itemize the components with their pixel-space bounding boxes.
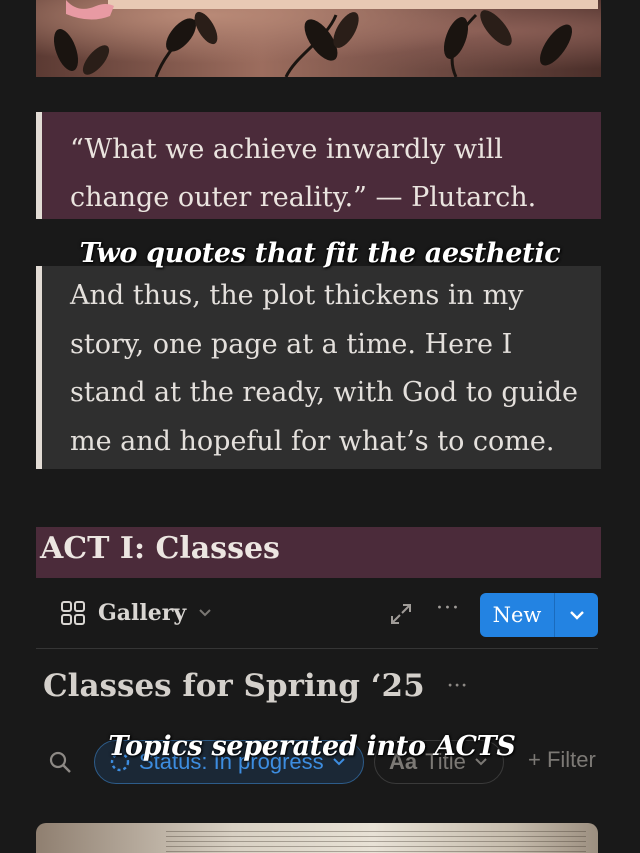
cover-image bbox=[36, 0, 601, 77]
divider bbox=[36, 648, 598, 649]
botanical-illustration bbox=[53, 0, 598, 77]
quote-block-story[interactable]: And thus, the plot thickens in my story,… bbox=[36, 266, 601, 469]
database-title-text: Classes for Spring ‘25 bbox=[43, 668, 425, 704]
chevron-down-icon bbox=[199, 609, 211, 617]
quote-line: story, one page at a time. Here I bbox=[70, 328, 513, 360]
new-button[interactable]: New bbox=[480, 593, 598, 637]
database-title-more-icon[interactable]: ··· bbox=[447, 674, 468, 699]
overlay-caption-quotes: Two quotes that fit the aesthetic bbox=[79, 238, 561, 269]
quote-line: And thus, the plot thickens in my bbox=[70, 280, 524, 311]
book-page-texture bbox=[166, 827, 586, 853]
database-toolbar: Gallery ··· New bbox=[36, 590, 601, 638]
new-button-label: New bbox=[492, 603, 542, 627]
more-options-icon[interactable]: ··· bbox=[436, 596, 460, 621]
act-heading[interactable]: ACT I: Classes bbox=[36, 527, 601, 578]
quote-line: me and hopeful for what’s to come. bbox=[70, 425, 555, 457]
gallery-icon bbox=[61, 601, 85, 625]
overlay-caption-acts: Topics seperated into ACTS bbox=[108, 731, 516, 762]
quote-line: change outer reality.” — Plutarch. bbox=[70, 182, 537, 213]
gallery-card-cover[interactable] bbox=[36, 823, 598, 853]
quote-block-plutarch[interactable]: “What we achieve inwardly will change ou… bbox=[36, 112, 601, 219]
new-dropdown-chevron-icon[interactable] bbox=[555, 610, 598, 620]
quote-line: “What we achieve inwardly will bbox=[70, 134, 503, 165]
view-label: Gallery bbox=[98, 600, 187, 626]
expand-icon[interactable] bbox=[389, 602, 413, 630]
database-title[interactable]: Classes for Spring ‘25 ··· bbox=[43, 668, 468, 704]
view-tab-gallery[interactable]: Gallery bbox=[60, 600, 212, 626]
quote-line: stand at the ready, with God to guide bbox=[70, 377, 579, 408]
